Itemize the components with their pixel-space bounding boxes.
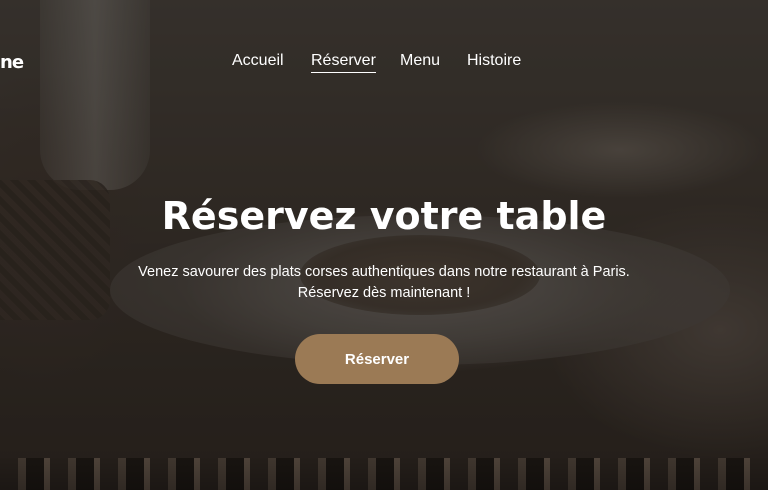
reserve-button[interactable]: Réserver (295, 334, 459, 384)
hero-subtitle-line-2: Réservez dès maintenant ! (297, 285, 471, 301)
nav-item-menu[interactable]: Menu (400, 52, 440, 70)
nav-item-histoire[interactable]: Histoire (467, 52, 521, 70)
hero-subtitle-line-1: Venez savourer des plats corses authenti… (138, 264, 630, 280)
main-nav: Accueil Réserver Menu Histoire (0, 52, 768, 76)
nav-item-reserver[interactable]: Réserver (311, 52, 376, 73)
hero-section: ne Accueil Réserver Menu Histoire Réserv… (0, 0, 768, 458)
next-section-image (0, 458, 768, 490)
hero-subtitle: Venez savourer des plats corses authenti… (0, 262, 768, 304)
nav-item-accueil[interactable]: Accueil (232, 52, 284, 70)
hero-title: Réservez votre table (161, 194, 607, 238)
